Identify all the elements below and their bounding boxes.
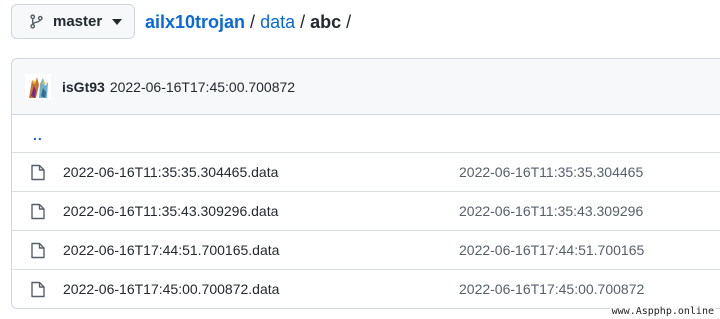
file-name-link[interactable]: 2022-06-16T11:35:43.309296.data <box>63 203 278 219</box>
commit-message-link[interactable]: 2022-06-16T17:45:00.700872 <box>110 79 295 95</box>
file-name-link[interactable]: 2022-06-16T17:44:51.700165.data <box>63 242 279 258</box>
file-icon <box>31 242 45 259</box>
file-browser-page: master ailx10trojan / data / abc / isGt93 202… <box>0 0 720 319</box>
file-commit-message-link[interactable]: 2022-06-16T11:35:43.309296 <box>459 203 643 219</box>
file-commit-message-link[interactable]: 2022-06-16T11:35:35.304465 <box>459 164 643 180</box>
file-icon <box>31 281 45 298</box>
branch-label: master <box>53 13 103 30</box>
file-row[interactable]: 2022-06-16T17:45:00.700872.data 2022-06-… <box>12 270 720 308</box>
breadcrumb-repo-link[interactable]: ailx10trojan <box>145 12 245 32</box>
avatar[interactable] <box>25 73 51 100</box>
breadcrumb-separator: / <box>300 12 306 32</box>
breadcrumb: ailx10trojan / data / abc / <box>145 10 356 34</box>
caret-down-icon <box>112 18 123 25</box>
breadcrumb-trailing-separator: / <box>346 12 352 32</box>
file-row[interactable]: 2022-06-16T11:35:35.304465.data 2022-06-… <box>12 153 720 192</box>
commit-author-link[interactable]: isGt93 <box>62 79 105 95</box>
file-name-link[interactable]: 2022-06-16T11:35:35.304465.data <box>63 164 278 180</box>
file-commit-message-link[interactable]: 2022-06-16T17:44:51.700165 <box>459 242 644 258</box>
file-icon <box>31 203 45 220</box>
git-branch-icon <box>30 14 43 29</box>
file-row[interactable]: 2022-06-16T11:35:43.309296.data 2022-06-… <box>12 192 720 231</box>
watermark: www.Aspphp.online <box>609 306 716 317</box>
breadcrumb-current: abc <box>310 12 342 32</box>
parent-directory-link[interactable]: .. <box>33 127 43 143</box>
branch-select-button[interactable]: master <box>11 4 135 39</box>
breadcrumb-folder-link[interactable]: data <box>260 12 295 32</box>
breadcrumb-separator: / <box>250 12 256 32</box>
parent-directory-row[interactable]: .. <box>12 115 720 153</box>
file-list-box: isGt93 2022-06-16T17:45:00.700872 .. 202… <box>11 58 720 309</box>
file-commit-message-link[interactable]: 2022-06-16T17:45:00.700872 <box>459 281 644 297</box>
file-row[interactable]: 2022-06-16T17:44:51.700165.data 2022-06-… <box>12 231 720 270</box>
latest-commit-header: isGt93 2022-06-16T17:45:00.700872 <box>12 59 720 115</box>
file-icon <box>31 164 45 181</box>
file-name-link[interactable]: 2022-06-16T17:45:00.700872.data <box>63 281 279 297</box>
